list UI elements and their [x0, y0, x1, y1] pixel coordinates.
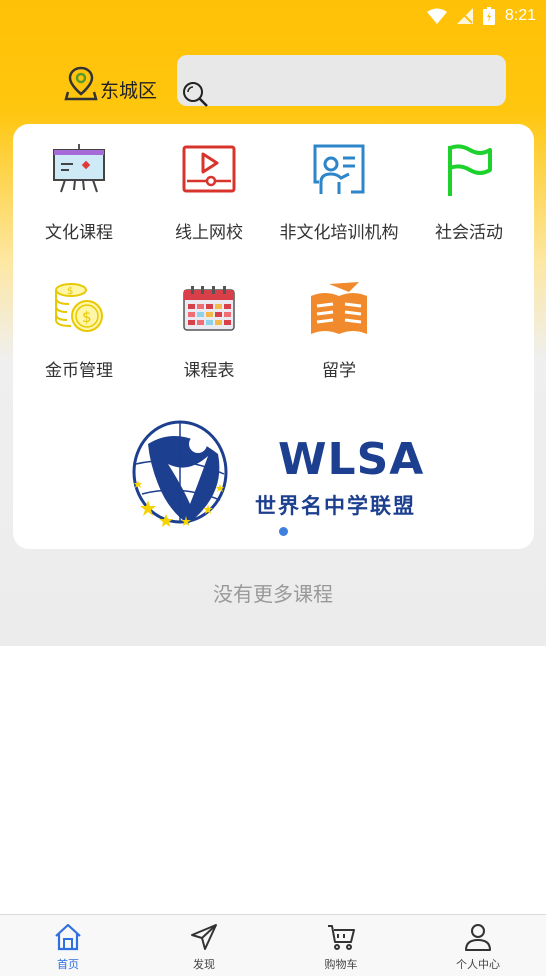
cart-icon: [328, 925, 355, 950]
category-label: 非文化培训机构: [279, 223, 399, 243]
status-time: 8:21: [504, 7, 536, 24]
category-label: 金币管理: [45, 361, 113, 381]
tab-cart[interactable]: 购物车: [273, 915, 409, 976]
tab-discover[interactable]: 发现: [136, 915, 272, 976]
category-non-culture-training[interactable]: 非文化培训机构: [274, 140, 404, 243]
location-selector[interactable]: 东城区: [64, 66, 157, 102]
coins-icon: $ $: [55, 283, 103, 332]
bottom-tab-bar: 首页 发现 购物车 个人中心: [0, 914, 546, 976]
search-bar[interactable]: [177, 55, 506, 107]
presentation-board-icon: [53, 144, 105, 193]
category-coin-management[interactable]: $ $ 金币管理: [14, 278, 144, 381]
teacher-board-icon: [313, 144, 365, 194]
video-screen-icon: [182, 145, 236, 193]
tab-label: 首页: [57, 958, 79, 971]
home-icon: [55, 923, 81, 951]
wifi-icon: [426, 8, 447, 24]
status-icons: 8:21: [426, 5, 536, 27]
signal-icon: [456, 8, 473, 24]
book-plane-icon: [311, 282, 367, 334]
category-social-activity[interactable]: 社会活动: [404, 140, 534, 243]
search-input[interactable]: [211, 65, 491, 99]
tab-home[interactable]: 首页: [0, 915, 136, 976]
no-more-courses-text: 没有更多课程: [213, 582, 333, 606]
calendar-icon: [183, 286, 235, 331]
wlsa-globe-logo: [132, 420, 228, 527]
svg-text:$: $: [82, 308, 92, 326]
person-icon: [465, 924, 491, 951]
tab-label: 个人中心: [456, 958, 500, 971]
tab-label: 购物车: [324, 958, 358, 971]
battery-icon: [482, 7, 495, 25]
svg-text:$: $: [67, 286, 73, 297]
category-label: 线上网校: [175, 223, 243, 243]
location-label: 东城区: [100, 80, 158, 102]
category-culture-course[interactable]: 文化课程: [14, 140, 144, 243]
location-pin-icon: [64, 66, 98, 101]
category-label: 文化课程: [45, 223, 113, 243]
status-bar: 8:21: [0, 0, 546, 32]
tab-profile[interactable]: 个人中心: [410, 915, 546, 976]
category-label: 社会活动: [435, 223, 503, 243]
banner-subtitle: 世界名中学联盟: [255, 494, 416, 518]
flag-icon: [448, 144, 492, 196]
tab-label: 发现: [193, 958, 215, 971]
banner-title: WLSA: [278, 434, 425, 485]
paper-plane-icon: [191, 924, 217, 950]
category-card: 文化课程 线上网校 非文化培训机构 社会活动 $ $ 金币管理 课程表 留学 W…: [13, 124, 534, 549]
category-study-abroad[interactable]: 留学: [274, 278, 404, 381]
search-icon: [183, 82, 208, 107]
category-online-school[interactable]: 线上网校: [144, 140, 274, 243]
category-timetable[interactable]: 课程表: [144, 278, 274, 381]
carousel-indicator[interactable]: [279, 527, 288, 536]
category-label: 留学: [322, 361, 356, 381]
promo-banner[interactable]: WLSA 世界名中学联盟: [128, 414, 438, 534]
category-label: 课程表: [183, 361, 235, 381]
